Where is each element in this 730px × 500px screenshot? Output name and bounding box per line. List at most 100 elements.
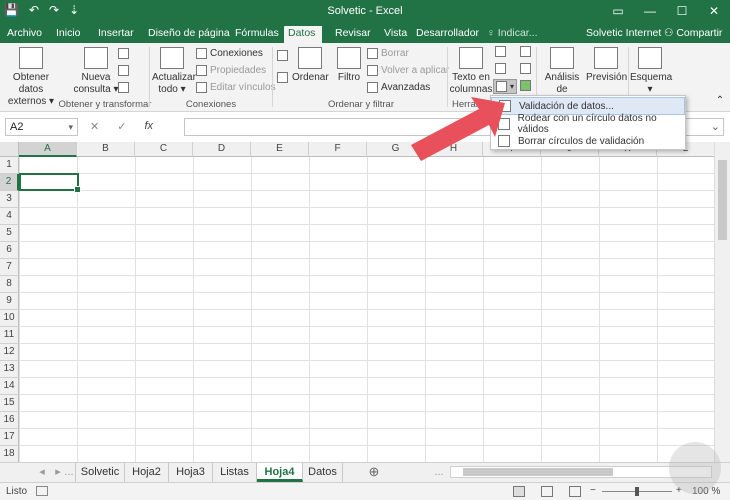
cell-area[interactable] <box>19 157 714 462</box>
column-header[interactable]: E <box>251 142 309 157</box>
recent-sources-button[interactable] <box>118 82 129 93</box>
column-header[interactable]: F <box>309 142 367 157</box>
tab-inicio[interactable]: Inicio <box>52 26 85 43</box>
sheet-tab-hoja3[interactable]: Hoja3 <box>169 463 213 482</box>
share-button[interactable]: ⚇ Compartir <box>660 26 726 43</box>
enter-icon[interactable]: ✓ <box>117 120 126 133</box>
row-header[interactable]: 8 <box>0 276 19 293</box>
avanzadas-button[interactable]: Avanzadas <box>367 82 430 93</box>
maximize-button[interactable]: ☐ <box>666 0 698 24</box>
column-header[interactable]: A <box>19 142 77 157</box>
show-queries-button[interactable] <box>118 48 129 59</box>
close-button[interactable]: ✕ <box>698 0 730 24</box>
obtener-datos-externos-button[interactable]: Obtener datos externos ▾ <box>2 47 60 108</box>
ribbon-display-options-icon[interactable]: ▭ <box>602 0 634 24</box>
sheet-nav-prev[interactable]: ◂ <box>34 463 50 482</box>
tab-vista[interactable]: Vista <box>380 26 411 43</box>
vertical-scroll-thumb[interactable] <box>718 160 727 240</box>
sheet-tab-hoja4[interactable]: Hoja4 <box>257 463 303 482</box>
propiedades-button[interactable]: Propiedades <box>196 65 266 76</box>
account-name[interactable]: Solvetic Internet <box>582 26 665 43</box>
tab-archivo[interactable]: Archivo <box>3 26 46 43</box>
zoom-out-button[interactable]: − <box>590 485 596 496</box>
texto-en-columnas-button[interactable]: Texto en columnas <box>449 47 493 96</box>
row-header[interactable]: 4 <box>0 208 19 225</box>
sheet-tab-hoja2[interactable]: Hoja2 <box>125 463 169 482</box>
column-header[interactable]: D <box>193 142 251 157</box>
tab-desarrollador[interactable]: Desarrollador <box>412 26 483 43</box>
row-header[interactable]: 3 <box>0 191 19 208</box>
name-box[interactable]: A2 ▾ <box>5 118 78 136</box>
column-header[interactable]: B <box>77 142 135 157</box>
forecast-sheet-icon <box>594 47 618 69</box>
row-header[interactable]: 6 <box>0 242 19 259</box>
from-table-button[interactable] <box>118 65 129 76</box>
name-box-dropdown-icon[interactable]: ▾ <box>68 119 73 135</box>
select-all-corner[interactable] <box>0 142 19 157</box>
minimize-button[interactable]: — <box>634 0 666 24</box>
row-header[interactable]: 10 <box>0 310 19 327</box>
tab-datos[interactable]: Datos <box>284 26 322 43</box>
page-layout-view-icon[interactable] <box>541 486 553 497</box>
borrar-filtro-button[interactable]: Borrar <box>367 48 409 59</box>
row-header[interactable]: 7 <box>0 259 19 276</box>
remove-duplicates-button[interactable] <box>495 63 506 74</box>
row-header[interactable]: 11 <box>0 327 19 344</box>
menu-item-borrar-circulos[interactable]: Borrar círculos de validación <box>491 132 685 150</box>
insert-function-icon[interactable]: fx <box>144 120 153 133</box>
row-header[interactable]: 13 <box>0 361 19 378</box>
sheet-tab-datos[interactable]: Datos <box>303 463 343 482</box>
refresh-icon <box>160 47 184 69</box>
sheet-tab-solvetic[interactable]: Solvetic <box>75 463 125 482</box>
menu-item-rodear-circulo[interactable]: Rodear con un círculo datos no válidos <box>491 113 685 135</box>
page-break-view-icon[interactable] <box>569 486 581 497</box>
row-header[interactable]: 14 <box>0 378 19 395</box>
esquema-button[interactable]: Esquema ▾ <box>630 47 672 96</box>
tab-revisar[interactable]: Revisar <box>331 26 375 43</box>
conexiones-button[interactable]: Conexiones <box>196 48 263 59</box>
volver-aplicar-button[interactable]: Volver a aplicar <box>367 65 449 76</box>
editar-vinculos-button[interactable]: Editar vínculos <box>196 82 276 93</box>
horizontal-scroll-thumb[interactable] <box>463 468 613 476</box>
ordenar-button[interactable]: Ordenar <box>292 47 329 84</box>
flash-fill-button[interactable] <box>495 46 506 57</box>
collapse-ribbon-button[interactable]: ⌃ <box>714 95 726 107</box>
zoom-slider[interactable] <box>602 487 672 496</box>
expand-formula-bar-icon[interactable]: ⌄ <box>711 120 720 133</box>
tab-insertar[interactable]: Insertar <box>94 26 138 43</box>
tab-formulas[interactable]: Fórmulas <box>231 26 283 43</box>
relationships-button[interactable] <box>520 63 531 74</box>
filtro-button[interactable]: Filtro <box>334 47 364 84</box>
sheet-nav-more[interactable]: ... <box>64 463 74 482</box>
row-header[interactable]: 5 <box>0 225 19 242</box>
sheet-tab-listas[interactable]: Listas <box>213 463 257 482</box>
row-header[interactable]: 2 <box>0 174 19 191</box>
row-header[interactable]: 12 <box>0 344 19 361</box>
add-sheet-button[interactable]: ⊕ <box>364 463 384 482</box>
row-header[interactable]: 9 <box>0 293 19 310</box>
window-controls: ▭ — ☐ ✕ <box>602 0 730 24</box>
actualizar-todo-button[interactable]: Actualizar todo ▾ <box>152 47 196 96</box>
normal-view-icon[interactable] <box>513 486 525 497</box>
consolidate-button[interactable] <box>520 46 531 57</box>
prevision-button[interactable]: Previsión <box>586 47 627 84</box>
sort-az-button[interactable] <box>277 50 288 61</box>
row-header[interactable]: 18 <box>0 446 19 462</box>
data-validation-menu: Validación de datos... Rodear con un cír… <box>490 95 686 150</box>
cancel-icon[interactable]: ✕ <box>90 120 99 133</box>
zoom-slider-thumb[interactable] <box>635 487 639 496</box>
row-header[interactable]: 17 <box>0 429 19 446</box>
row-header[interactable]: 1 <box>0 157 19 174</box>
sort-za-button[interactable] <box>277 72 288 83</box>
row-header[interactable]: 16 <box>0 412 19 429</box>
tell-me-search[interactable]: ♀ Indicar... <box>483 26 541 43</box>
column-header[interactable]: C <box>135 142 193 157</box>
manage-data-model-button[interactable] <box>520 80 531 91</box>
nueva-consulta-button[interactable]: Nueva consulta ▾ <box>72 47 120 96</box>
row-header[interactable]: 15 <box>0 395 19 412</box>
active-cell[interactable] <box>19 173 81 193</box>
data-validation-dropdown-button[interactable]: ▾ <box>493 79 518 94</box>
macro-record-icon[interactable] <box>36 486 48 496</box>
vertical-scrollbar[interactable] <box>714 142 730 462</box>
tab-diseno-de-pagina[interactable]: Diseño de página <box>144 26 234 43</box>
